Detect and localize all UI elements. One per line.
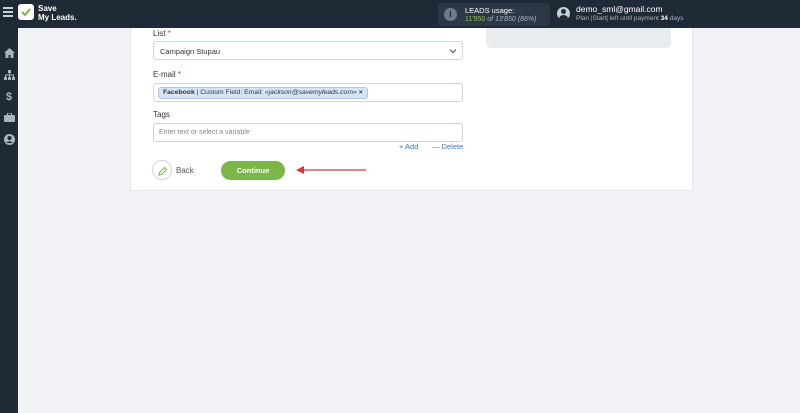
top-bar: Save My Leads. i LEADS usage: 11'950 of … <box>0 0 800 28</box>
hamburger-menu-icon[interactable] <box>3 7 13 17</box>
usage-count: 11'950 of 13'850 (86%) <box>465 16 536 23</box>
info-icon: i <box>444 8 457 21</box>
usage-rest: of 13'850 (86%) <box>485 16 537 23</box>
tags-placeholder: Enter text or select a variable <box>159 129 250 136</box>
list-select[interactable]: Campaign Stupau <box>153 41 463 60</box>
plan-prefix: Plan |Start| left until payment <box>576 15 661 22</box>
remove-tag-icon[interactable]: × <box>359 89 363 96</box>
sitemap-icon[interactable] <box>3 70 15 82</box>
tags-label: Tags <box>153 110 170 119</box>
pencil-icon <box>158 166 168 176</box>
tags-input[interactable]: Enter text or select a variable <box>153 123 463 142</box>
continue-button[interactable]: Continue <box>221 161 285 180</box>
list-label: List * <box>153 29 171 38</box>
usage-used: 11'950 <box>465 16 486 23</box>
briefcase-icon[interactable] <box>3 112 15 125</box>
email-label: E-mail * <box>153 70 181 79</box>
tag-source: Facebook <box>163 89 195 96</box>
list-select-value: Campaign Stupau <box>160 47 221 56</box>
user-circle-icon[interactable] <box>3 134 15 146</box>
email-label-text: E-mail <box>153 70 176 79</box>
tag-value: «jackson@savemyleads.com» <box>264 89 357 96</box>
avatar[interactable] <box>557 7 570 20</box>
back-button[interactable] <box>152 160 172 180</box>
user-email[interactable]: demo_sml@gmail.com <box>576 4 663 14</box>
brand-name[interactable]: Save My Leads. <box>38 4 77 22</box>
brand-line1: Save <box>38 4 57 13</box>
red-arrow-annotation <box>296 166 366 174</box>
add-link[interactable]: + Add <box>399 142 418 151</box>
plan-days: 34 <box>660 15 668 22</box>
back-label[interactable]: Back <box>176 166 194 175</box>
email-field[interactable]: Facebook | Custom Field: Email: «jackson… <box>153 83 463 102</box>
logo-icon[interactable] <box>18 4 34 20</box>
usage-title: LEADS usage: <box>465 6 515 15</box>
dollar-icon[interactable]: $ <box>3 91 15 103</box>
list-label-text: List <box>153 29 166 38</box>
brand-line2: My Leads. <box>38 13 77 22</box>
email-variable-tag[interactable]: Facebook | Custom Field: Email: «jackson… <box>158 87 368 99</box>
required-mark: * <box>177 70 182 79</box>
plan-info: Plan |Start| left until payment 34 days <box>576 15 683 22</box>
sidebar: $ <box>0 28 18 413</box>
tag-mid: | Custom Field: Email: <box>194 89 265 96</box>
delete-link[interactable]: — Delete <box>432 142 463 151</box>
leads-usage-panel: i LEADS usage: 11'950 of 13'850 (86%) <box>438 3 550 26</box>
side-panel <box>486 28 671 48</box>
required-mark: * <box>167 29 171 38</box>
chevron-down-icon <box>449 49 457 54</box>
plan-suffix: days <box>667 15 684 22</box>
home-icon[interactable] <box>3 48 15 60</box>
